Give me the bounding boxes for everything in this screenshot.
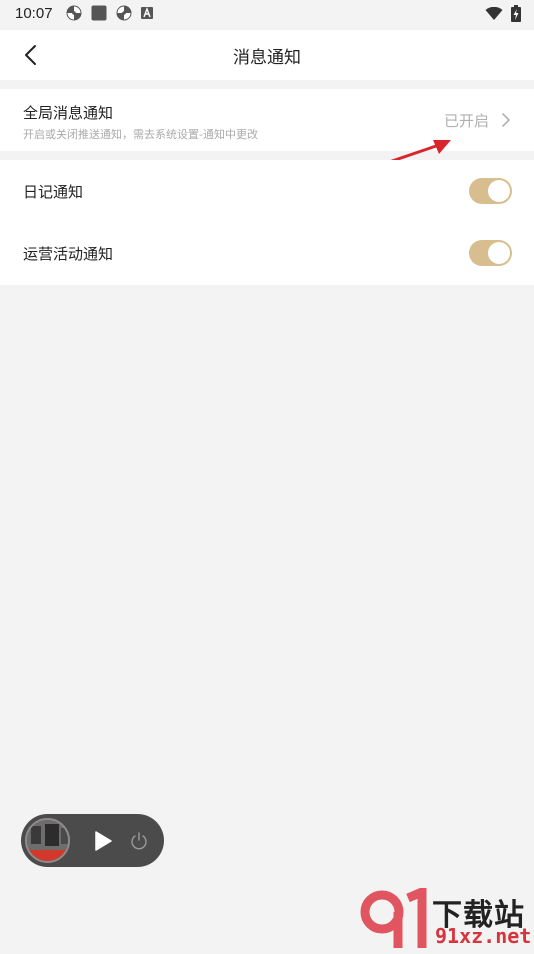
setting-row-operations: 运营活动通知 bbox=[0, 222, 534, 284]
status-bar: 10:07 bbox=[0, 0, 534, 30]
battery-charging-icon bbox=[511, 5, 521, 22]
page-title: 消息通知 bbox=[233, 48, 301, 68]
system-icons bbox=[485, 5, 521, 22]
diary-notification-toggle[interactable] bbox=[469, 178, 512, 204]
settings-list: 日记通知 运营活动通知 bbox=[0, 160, 534, 285]
app-header: 消息通知 bbox=[0, 30, 534, 80]
operations-notification-toggle[interactable] bbox=[469, 240, 512, 266]
toggle-knob bbox=[488, 180, 510, 202]
site-watermark: 下载站 91xz.net bbox=[360, 885, 534, 950]
watermark-logo bbox=[360, 885, 427, 948]
notification-icons bbox=[66, 5, 153, 21]
wifi-icon bbox=[485, 6, 503, 20]
setting-row-diary: 日记通知 bbox=[0, 160, 534, 222]
power-icon[interactable] bbox=[129, 831, 149, 851]
thumbnail-image bbox=[27, 820, 68, 861]
chevron-right-icon bbox=[502, 113, 511, 127]
setting-label: 运营活动通知 bbox=[23, 245, 114, 263]
pinwheel-icon bbox=[66, 5, 82, 21]
pinwheel-icon bbox=[116, 5, 132, 21]
play-icon[interactable] bbox=[94, 831, 112, 851]
player-thumbnail[interactable] bbox=[25, 818, 70, 863]
a-box-icon bbox=[141, 7, 153, 19]
setting-label: 日记通知 bbox=[23, 183, 84, 201]
global-notification-status: 已开启 bbox=[443, 112, 489, 130]
global-notification-subtitle: 开启或关闭推送通知，需去系统设置-通知中更改 bbox=[23, 128, 258, 141]
global-notification-title: 全局消息通知 bbox=[23, 104, 114, 122]
floating-player[interactable] bbox=[21, 814, 164, 867]
square-icon bbox=[91, 5, 107, 21]
status-time: 10:07 bbox=[15, 5, 53, 22]
toggle-knob bbox=[488, 242, 510, 264]
watermark-brand-en: 91xz.net bbox=[435, 924, 532, 948]
